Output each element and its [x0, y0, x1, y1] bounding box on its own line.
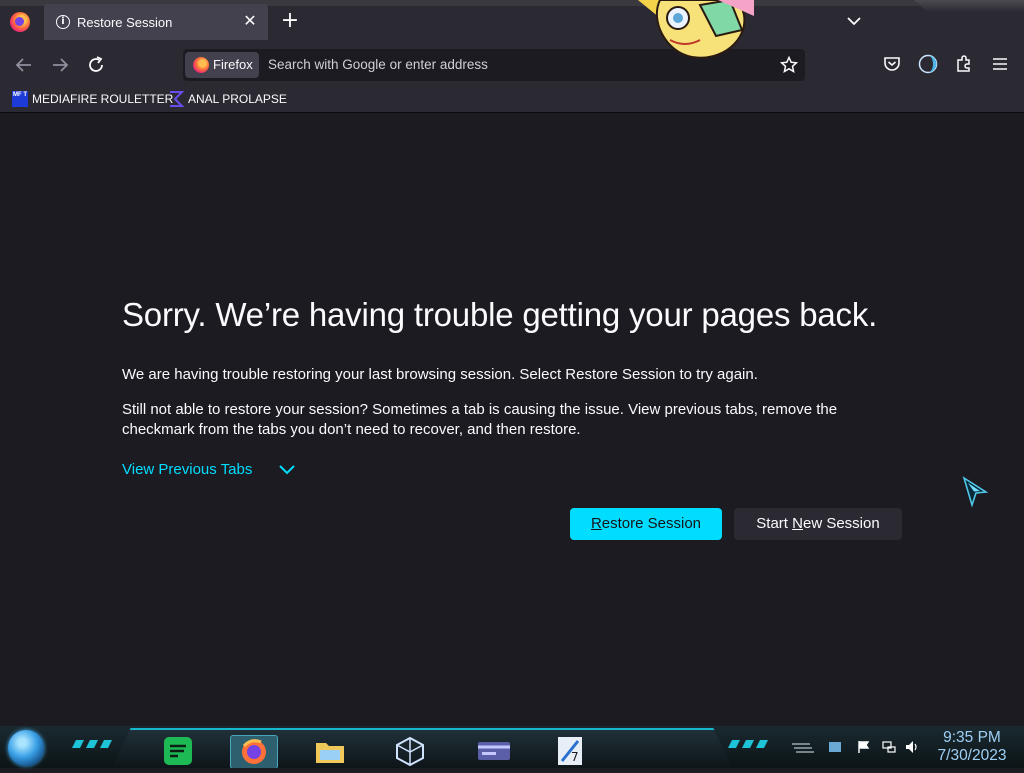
bookmark-label: MEDIAFIRE ROULETTER: [32, 92, 174, 106]
identity-box[interactable]: Firefox: [185, 52, 259, 78]
taskbar-decoration: [728, 740, 768, 748]
access-key: N: [792, 515, 803, 532]
start-new-session-button[interactable]: Start New Session: [734, 508, 902, 540]
volume-icon[interactable]: [905, 740, 919, 754]
cartoon-sticker-image: [638, 0, 754, 59]
file-explorer-icon[interactable]: [312, 735, 348, 767]
back-icon[interactable]: [13, 54, 35, 76]
taskbar: 7 9:35 PM 7/30/2023: [0, 726, 1024, 768]
page-content: Sorry. We’re having trouble getting your…: [0, 113, 1024, 726]
firefox-icon: [193, 57, 209, 73]
info-icon: i: [56, 15, 70, 29]
identity-label: Firefox: [213, 57, 253, 72]
mediafire-icon: MF T: [12, 91, 28, 107]
start-button[interactable]: [8, 730, 44, 766]
clock-date: 7/30/2023: [937, 747, 1007, 764]
clock-time: 9:35 PM: [943, 729, 1001, 746]
new-prefix: Start: [756, 515, 793, 532]
star-icon[interactable]: [780, 56, 798, 74]
tray-stripes-icon: [792, 743, 814, 753]
dark-reader-icon[interactable]: [918, 54, 938, 74]
page-title: Sorry. We’re having trouble getting your…: [122, 296, 878, 333]
taskbar-app-area: 7: [112, 728, 732, 768]
access-key: R: [590, 515, 602, 532]
taskbar-decoration: [72, 740, 112, 748]
url-input[interactable]: Search with Google or enter address: [268, 57, 488, 72]
action-center-flag-icon[interactable]: [857, 740, 871, 754]
reload-icon[interactable]: [85, 54, 107, 76]
forward-icon[interactable]: [49, 54, 71, 76]
chevron-down-icon[interactable]: [278, 463, 296, 477]
svg-text:7: 7: [571, 750, 579, 764]
network-icon[interactable]: [882, 740, 896, 754]
window-decoration: [914, 0, 1024, 12]
tab-strip: i Restore Session ✕ +: [0, 0, 1024, 59]
firefox-view-icon[interactable]: [10, 12, 30, 32]
spotify-icon[interactable]: [160, 735, 196, 767]
tab-title: Restore Session: [77, 15, 173, 30]
tab-restore-session[interactable]: i Restore Session ✕: [44, 4, 268, 40]
windows7-icon[interactable]: 7: [552, 735, 588, 767]
restore-session-button[interactable]: Restore Session: [570, 508, 722, 540]
new-label: ew Session: [802, 515, 880, 532]
tray-app-icon[interactable]: [828, 740, 842, 754]
bookmark-second[interactable]: ANAL PROLAPSE: [168, 90, 288, 108]
extensions-icon[interactable]: [954, 54, 974, 74]
close-tab-icon[interactable]: ✕: [240, 11, 260, 31]
firefox-icon[interactable]: [230, 735, 278, 768]
new-tab-button[interactable]: +: [279, 10, 301, 32]
bookmarks-toolbar: MF T MEDIAFIRE ROULETTER ANAL PROLAPSE: [0, 86, 1024, 113]
system-clock[interactable]: 9:35 PM 7/30/2023: [930, 729, 1014, 765]
bookmark-mediafire[interactable]: MF T MEDIAFIRE ROULETTER: [12, 90, 173, 108]
restore-help-message: Still not able to restore your session? …: [122, 401, 838, 438]
sigma-icon: [170, 91, 184, 107]
list-all-tabs-icon[interactable]: [845, 12, 863, 30]
bookmark-label: ANAL PROLAPSE: [188, 92, 287, 106]
view-previous-tabs-link[interactable]: View Previous Tabs: [122, 461, 252, 478]
navigation-toolbar: Firefox Search with Google or enter addr…: [0, 44, 1024, 86]
pocket-icon[interactable]: [882, 54, 902, 74]
restore-label: estore Session: [601, 515, 702, 532]
menu-icon[interactable]: [990, 54, 1010, 74]
mouse-cursor-icon: [962, 476, 988, 508]
restore-message: We are having trouble restoring your las…: [122, 366, 758, 383]
control-panel-icon[interactable]: [472, 735, 516, 767]
virtualbox-icon[interactable]: [392, 735, 428, 767]
